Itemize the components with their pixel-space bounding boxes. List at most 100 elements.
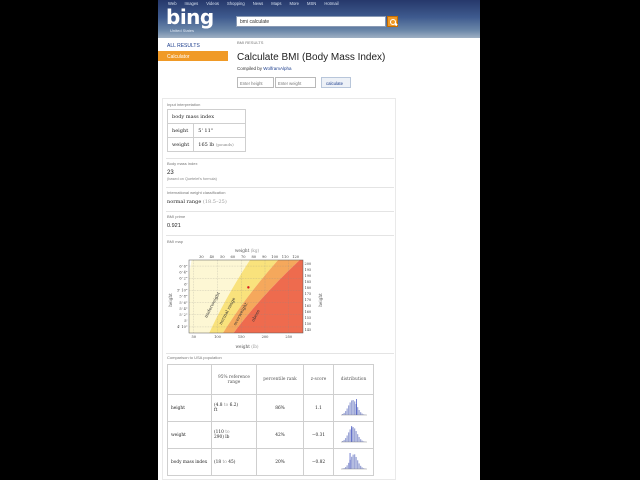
right-axis-label: height: [318, 293, 323, 307]
wolframalpha-link[interactable]: WolframAlpha: [263, 66, 291, 71]
top-tick-label: 120: [292, 255, 300, 259]
table-row: weight (110 to 290) lb 42% −0.31: [167, 421, 374, 449]
results-pods: Input interpretation body mass index hei…: [162, 98, 396, 480]
z-cell: −0.82: [303, 448, 334, 476]
range-cell: (110 to 290) lb: [211, 421, 257, 449]
histogram-bar: [347, 432, 349, 442]
left-tick-label: 5' 10": [177, 289, 188, 293]
sidebar-item-calculator[interactable]: Calculator: [158, 51, 228, 61]
bmi-note: (based on Quetelet's formula): [167, 177, 217, 181]
row-label: height: [167, 394, 212, 422]
left-tick-label: 4' 10": [177, 325, 188, 329]
height-label: height: [166, 123, 195, 138]
main-content: BMI RESULTS Calculate BMI (Body Mass Ind…: [237, 40, 477, 89]
compiled-prefix: Compiled by: [237, 66, 263, 71]
nav-news[interactable]: News: [253, 1, 263, 6]
interpretation-header: body mass index: [166, 109, 247, 124]
weight-input[interactable]: Enter weight: [275, 77, 316, 88]
divider: [166, 158, 394, 159]
left-tick-label: 5' 6": [179, 301, 188, 305]
bottom-tick-label: 200: [262, 335, 270, 339]
nav-msn[interactable]: MSN: [307, 1, 316, 6]
left-tick-label: 6': [184, 283, 187, 287]
calculate-button[interactable]: calculate: [321, 77, 351, 88]
histogram-bar: [346, 465, 348, 469]
percentile-cell: 20%: [256, 448, 304, 476]
bmi-inputs: Enter height Enter weight calculate: [237, 77, 477, 89]
top-tick-label: 90: [262, 255, 267, 259]
histogram-bar: [358, 463, 360, 469]
comparison-table: 95% reference range percentile rank z-sc…: [167, 364, 374, 476]
right-tick-label: 145: [305, 328, 312, 332]
histogram-bar: [358, 410, 360, 415]
left-tick-label: 6' 2": [179, 276, 188, 280]
row-label: weight: [167, 421, 212, 449]
left-tick-label: 5' 4": [179, 307, 188, 311]
height-input[interactable]: Enter height: [237, 77, 274, 88]
pod-input-interpretation: Input interpretation body mass index hei…: [166, 102, 393, 154]
divider: [166, 235, 394, 236]
bottom-axis-label: weight (lb): [235, 344, 258, 349]
col-z-score: z-score: [303, 364, 334, 395]
distribution-histogram: [340, 426, 367, 443]
histogram-bar: [344, 438, 346, 442]
search-button[interactable]: [387, 16, 398, 27]
corner-cell: [167, 364, 212, 395]
histogram-bar: [359, 465, 361, 469]
histogram-bar: [353, 454, 355, 469]
histogram-bar: [346, 435, 348, 442]
logo-region: United States: [170, 28, 195, 33]
pod-bmi-map: BMI map underweight normal range overweigh…: [167, 239, 393, 349]
header: Web Images Videos Shopping News Maps Mor…: [158, 0, 480, 38]
left-tick-label: 6' 4": [179, 270, 188, 274]
top-tick-label: 50: [220, 255, 225, 259]
nav-more[interactable]: More: [289, 1, 299, 6]
histogram-bar: [356, 434, 358, 442]
histogram-bar: [352, 454, 354, 469]
col-reference-range: 95% reference range: [211, 364, 257, 395]
histogram-bar: [349, 402, 351, 415]
right-tick-label: 150: [305, 322, 312, 326]
bmi-prime-value: 0.921: [167, 223, 181, 229]
right-tick-label: 155: [305, 316, 312, 320]
percentile-cell: 86%: [256, 394, 304, 422]
top-tick-label: 60: [231, 255, 236, 259]
weight-label: weight: [166, 137, 195, 152]
histogram-bar: [356, 407, 358, 415]
histogram-bar: [350, 456, 352, 469]
histogram-bar: [356, 460, 358, 469]
interpretation-table: body mass index height 5' 11" weight 165…: [166, 109, 247, 152]
weight-value: 165 lb (pounds): [193, 137, 247, 152]
classification-range: (18.5–25): [202, 199, 227, 205]
divider: [166, 353, 394, 354]
bmi-value: 23: [167, 170, 174, 176]
right-tick-label: 200: [305, 262, 312, 266]
nav-hotmail[interactable]: Hotmail: [324, 1, 338, 6]
histogram-bar: [361, 440, 363, 442]
right-tick-label: 175: [305, 292, 312, 296]
right-tick-label: 185: [305, 280, 312, 284]
top-tick-label: 100: [271, 255, 279, 259]
search-input[interactable]: bmi calculate: [236, 16, 386, 27]
col-distribution: distribution: [333, 364, 374, 395]
bing-logo[interactable]: bing: [166, 7, 214, 27]
result-title[interactable]: Calculate BMI (Body Mass Index): [237, 52, 477, 63]
weight-unit: (pounds): [215, 141, 234, 147]
bottom-tick-label: 50: [191, 335, 196, 339]
top-axis-label: weight (kg): [235, 248, 260, 253]
pod-bmi-prime: BMI prime 0.921: [167, 214, 393, 229]
nav-shopping[interactable]: Shopping: [227, 1, 245, 6]
top-tick-label: 80: [251, 255, 256, 259]
page: Web Images Videos Shopping News Maps Mor…: [158, 0, 480, 480]
histogram-bar: [343, 439, 345, 442]
nav-maps[interactable]: Maps: [271, 1, 281, 6]
histogram-bar: [355, 456, 357, 469]
height-value: 5' 11": [193, 123, 247, 138]
right-tick-label: 190: [305, 274, 312, 278]
histogram-bar: [358, 437, 360, 442]
range-cell: (4.8 to 6.2) ft: [211, 394, 257, 422]
histogram-bar: [355, 431, 357, 442]
sidebar-item-all-results[interactable]: ALL RESULTS: [158, 40, 228, 50]
bottom-tick-label: 100: [214, 335, 222, 339]
right-tick-label: 160: [305, 310, 312, 314]
